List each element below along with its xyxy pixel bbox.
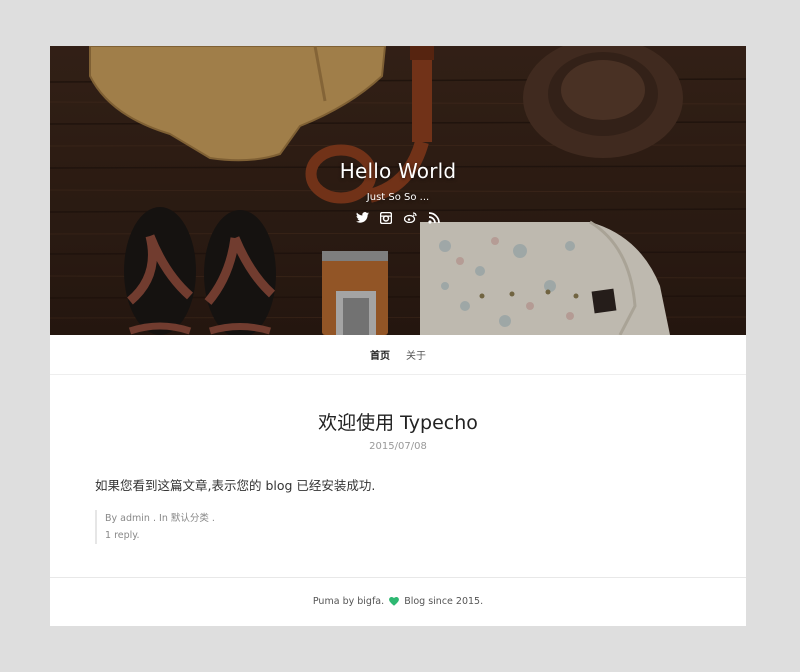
post-body: 如果您看到这篇文章,表示您的 blog 已经安装成功.: [95, 478, 376, 493]
footer-by-text: by: [339, 596, 358, 607]
site-title[interactable]: Hello World: [50, 158, 746, 184]
post-replies-link[interactable]: 1 reply.: [105, 530, 140, 541]
post-meta-line: By admin . In 默认分类 .: [105, 510, 701, 527]
post-date: 2015/07/08: [369, 441, 427, 452]
footer-since-text: Blog since 2015.: [401, 596, 484, 607]
hero-header: Hello World Just So So ...: [50, 46, 746, 335]
nav-item-home[interactable]: 首页: [370, 347, 390, 362]
site-description: Just So So ...: [366, 192, 430, 203]
nav-item-about[interactable]: 关于: [406, 347, 426, 362]
post-author-link[interactable]: admin: [120, 513, 150, 524]
meta-by-prefix: By: [105, 513, 121, 524]
instagram-icon[interactable]: [379, 210, 394, 225]
site-footer: Puma by bigfa. Blog since 2015.: [50, 577, 746, 609]
rss-icon[interactable]: [427, 210, 442, 225]
twitter-icon[interactable]: [355, 210, 370, 225]
post-article: 欢迎使用 Typecho 2015/07/08 如果您看到这篇文章,表示您的 b…: [50, 410, 746, 544]
post-title[interactable]: 欢迎使用 Typecho: [95, 410, 701, 436]
meta-in-prefix: . In: [149, 513, 171, 524]
meta-category-suffix: .: [208, 513, 215, 524]
page-container: Hello World Just So So ... 首页 关于 欢迎使用 Ty…: [50, 46, 746, 626]
heart-icon: [389, 597, 400, 609]
post-meta: By admin . In 默认分类 . 1 reply.: [95, 510, 701, 544]
footer-theme-link[interactable]: Puma: [313, 596, 340, 607]
post-category-link[interactable]: 默认分类: [171, 513, 209, 524]
footer-author-link[interactable]: bigfa.: [357, 596, 384, 607]
social-links: [50, 210, 746, 225]
weibo-icon[interactable]: [403, 210, 418, 225]
hero-branding: Hello World Just So So ...: [50, 158, 746, 225]
main-nav: 首页 关于: [50, 335, 746, 375]
